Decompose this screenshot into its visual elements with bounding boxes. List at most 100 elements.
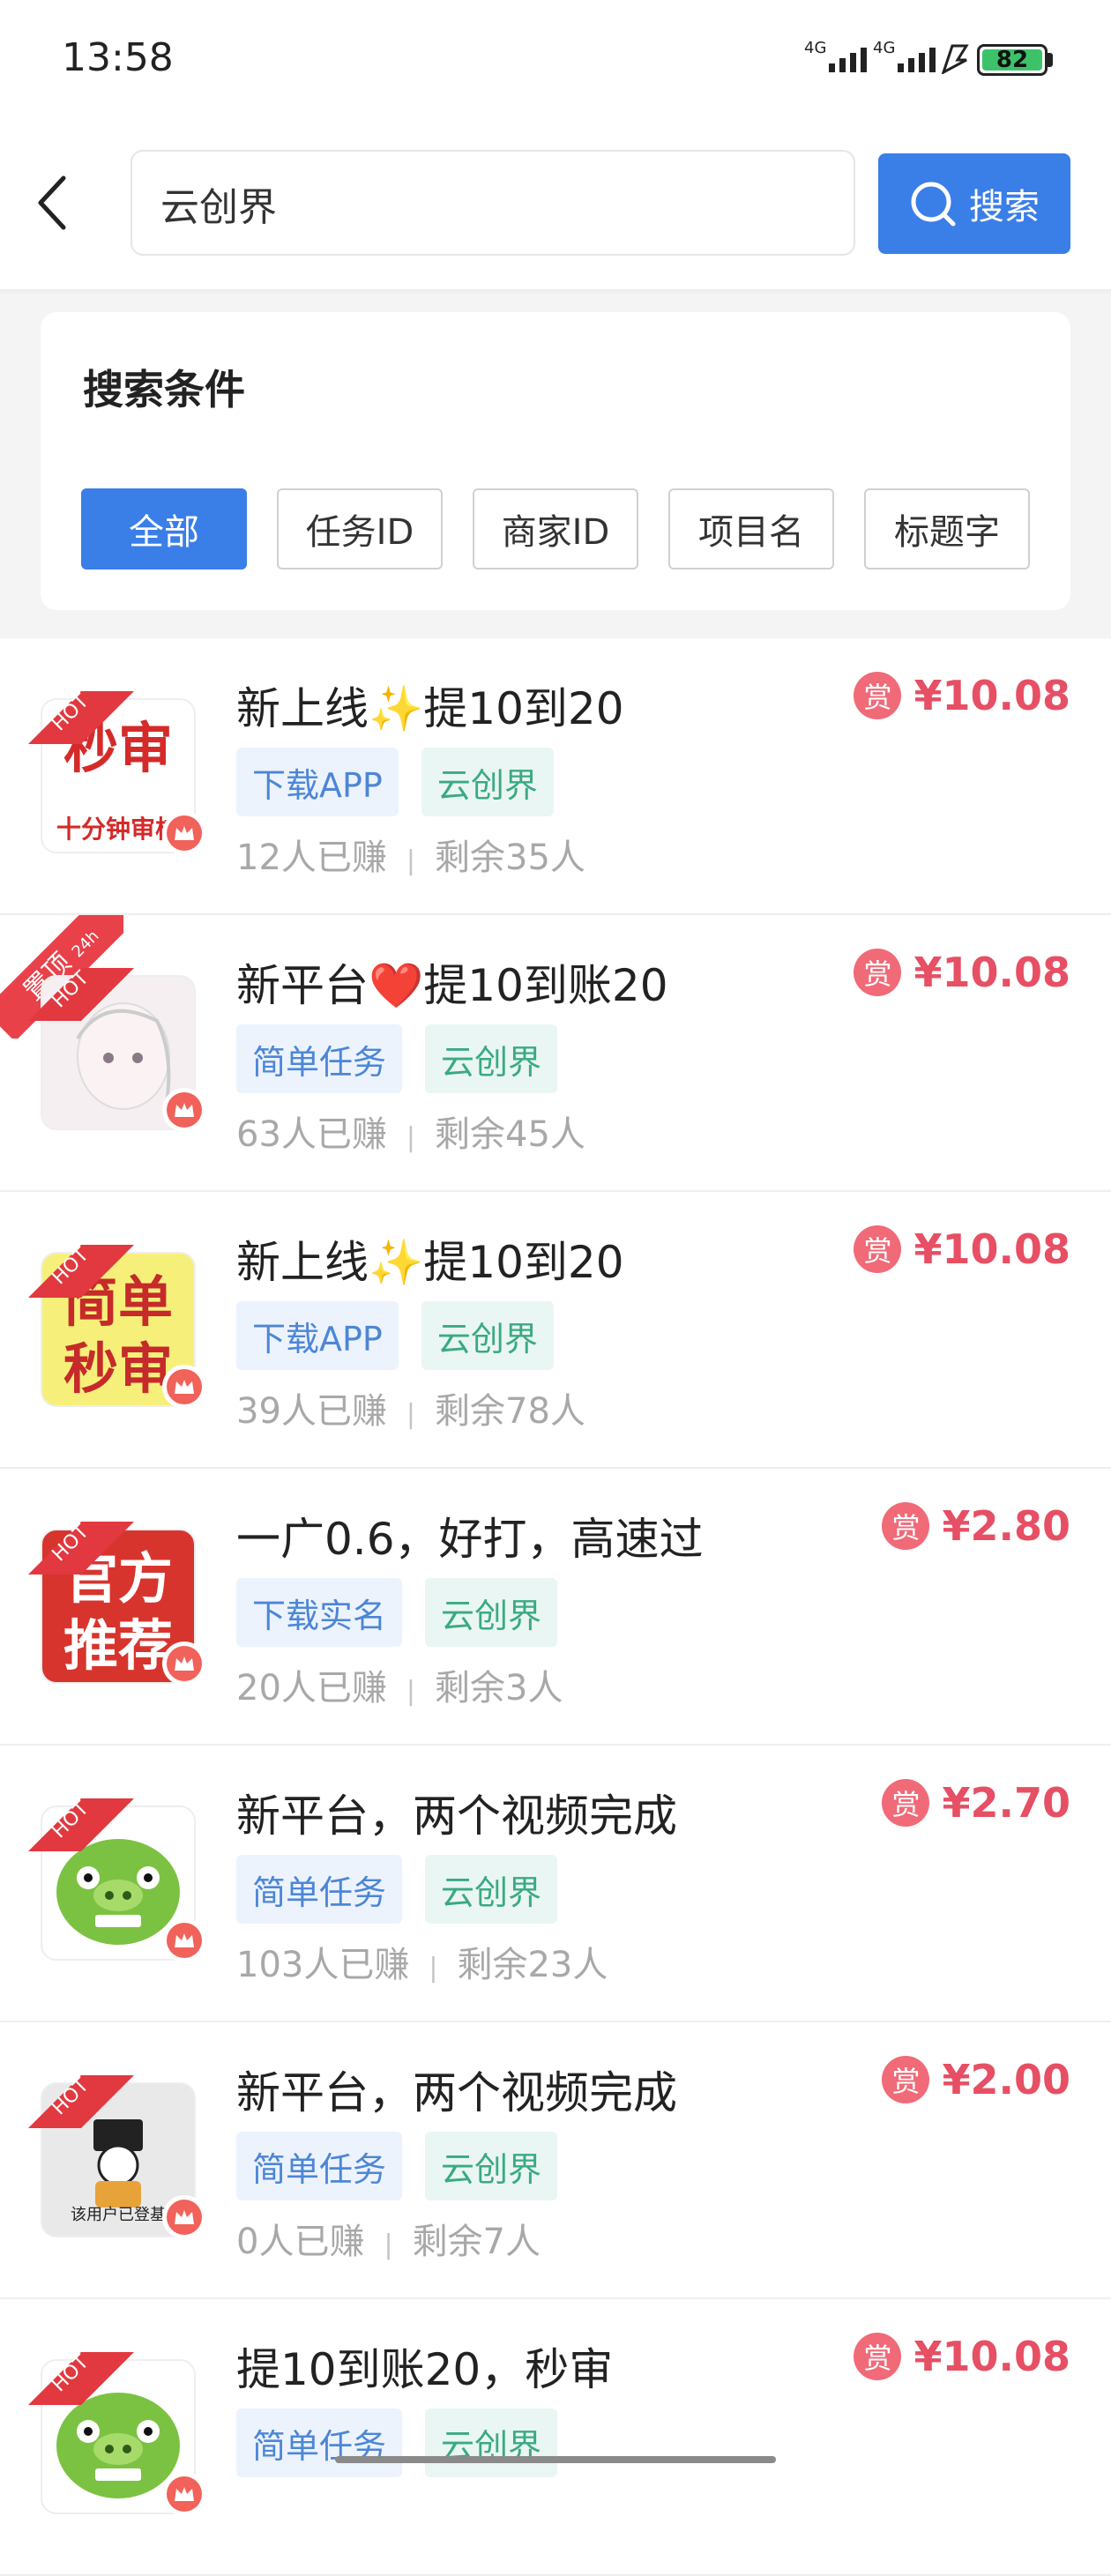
crown-icon (175, 2487, 194, 2501)
earned-count: 20人已赚 (236, 1668, 387, 1709)
chip-project-name[interactable]: 项目名 (668, 488, 834, 570)
crown-badge (162, 1088, 206, 1132)
status-time: 13:58 (62, 35, 174, 80)
task-stats: 103人已赚 | 剩余23人 (236, 1945, 608, 1985)
task-tag-project: 云创界 (425, 1024, 558, 1093)
pinned-duration: 24h (68, 927, 103, 962)
remaining-count: 剩余45人 (435, 1114, 585, 1155)
network-label-1: 4G (804, 39, 827, 57)
task-tags: 简单任务 云创界 (236, 1024, 558, 1093)
battery-level: 82 (995, 47, 1029, 73)
search-box[interactable] (130, 150, 855, 256)
task-title: 新平台，两个视频完成 (236, 1791, 677, 1842)
task-tag-project: 云创界 (425, 2408, 558, 2477)
reward-badge: 赏 (854, 949, 902, 996)
home-indicator[interactable] (335, 2456, 776, 2463)
task-tag-project: 云创界 (421, 1301, 554, 1370)
reward-badge: 赏 (854, 1225, 902, 1273)
reward-amount: ¥2.00 (942, 2056, 1070, 2103)
task-tags: 简单任务 云创界 (236, 1855, 558, 1924)
signal-icon-1 (829, 41, 867, 72)
task-stats: 20人已赚 | 剩余3人 (236, 1668, 563, 1709)
crown-badge (162, 811, 206, 855)
task-tags: 简单任务 云创界 (236, 2132, 558, 2200)
task-tags: 下载APP 云创界 (236, 1301, 554, 1370)
reward: 赏 ¥10.08 (854, 1225, 1070, 1273)
search-conditions-card: 搜索条件 全部 任务ID 商家ID 项目名 标题字 (41, 312, 1070, 610)
back-arrow-icon[interactable] (26, 168, 79, 238)
task-tag-project: 云创界 (425, 1578, 558, 1647)
task-title: 一广0.6，好打，高速过 (236, 1514, 704, 1565)
crown-icon (175, 826, 194, 840)
crown-badge (162, 1642, 206, 1686)
task-tag-category: 简单任务 (236, 1024, 403, 1093)
task-tag-project: 云创界 (425, 1855, 558, 1924)
task-tag-project: 云创界 (421, 748, 554, 816)
task-tags: 简单任务 云创界 (236, 2408, 558, 2477)
task-tag-category: 简单任务 (236, 1855, 403, 1924)
crown-badge (162, 1365, 206, 1409)
task-item[interactable]: HOT 提10到账20，秒审 简单任务 云创界 赏 ¥10.08 (0, 2299, 1111, 2576)
earned-count: 39人已赚 (236, 1391, 387, 1432)
battery-icon: 82 (977, 44, 1048, 76)
remaining-count: 剩余3人 (435, 1668, 563, 1709)
crown-icon (175, 2210, 194, 2224)
task-item[interactable]: 该用户已登基 HOT 新平台，两个视频完成 简单任务 云创界 0人已赚 | 剩余7人… (0, 2022, 1111, 2299)
task-title: 新上线✨提10到20 (236, 1237, 624, 1288)
task-tag-category: 下载APP (236, 1301, 399, 1370)
crown-icon (175, 1933, 194, 1947)
reward: 赏 ¥10.08 (854, 949, 1070, 996)
chip-merchant-id[interactable]: 商家ID (473, 488, 638, 570)
task-item[interactable]: HOT 新平台，两个视频完成 简单任务 云创界 103人已赚 | 剩余23人 赏 ¥… (0, 1746, 1111, 2022)
earned-count: 0人已赚 (236, 2222, 365, 2262)
remaining-count: 剩余7人 (412, 2222, 541, 2262)
search-conditions-area: 搜索条件 全部 任务ID 商家ID 项目名 标题字 (0, 296, 1111, 638)
task-title: 新平台❤️提10到账20 (236, 960, 668, 1011)
crown-icon (175, 1657, 194, 1671)
task-item[interactable]: 秒审 十分钟审核 HOT 新上线✨提10到20 下载APP 云创界 12人已赚 |… (0, 638, 1111, 915)
crown-badge (162, 1918, 206, 1962)
conditions-title: 搜索条件 (83, 366, 245, 413)
chip-task-id[interactable]: 任务ID (277, 488, 443, 570)
condition-chips: 全部 任务ID 商家ID 项目名 标题字 (81, 488, 1030, 570)
task-item[interactable]: 官方 推荐 HOT 一广0.6，好打，高速过 下载实名 云创界 20人已赚 | 剩余… (0, 1469, 1111, 1746)
task-tags: 下载APP 云创界 (236, 748, 554, 816)
task-tag-category: 简单任务 (236, 2408, 403, 2477)
hot-tag-icon: HOT (28, 1521, 134, 1575)
hot-tag-icon: HOT (28, 2351, 134, 2405)
task-stats: 0人已赚 | 剩余7人 (236, 2222, 541, 2262)
search-header: 搜索 (0, 115, 1111, 291)
search-icon (911, 182, 956, 227)
task-stats: 12人已赚 | 剩余35人 (236, 838, 585, 878)
hot-tag-icon: HOT (28, 690, 134, 744)
earned-count: 103人已赚 (236, 1945, 410, 1985)
task-item[interactable]: 简单 秒审 HOT 新上线✨提10到20 下载APP 云创界 39人已赚 | 剩余7… (0, 1192, 1111, 1469)
hot-tag-icon: HOT (28, 1798, 134, 1851)
network-label-2: 4G (873, 39, 896, 57)
status-bar: 13:58 4G 4G 82 (0, 0, 1111, 115)
chip-all[interactable]: 全部 (81, 488, 247, 570)
reward-badge: 赏 (882, 1502, 930, 1550)
reward-amount: ¥10.08 (913, 672, 1070, 719)
reward-amount: ¥2.80 (942, 1502, 1070, 1550)
crown-icon (175, 1380, 194, 1394)
hot-tag-icon: HOT (28, 2074, 134, 2128)
search-button[interactable]: 搜索 (878, 153, 1070, 254)
remaining-count: 剩余23人 (457, 1945, 608, 1985)
crown-badge (162, 2472, 206, 2516)
task-tag-project: 云创界 (425, 2132, 558, 2200)
chip-title-keyword[interactable]: 标题字 (864, 488, 1030, 570)
task-tag-category: 下载APP (236, 748, 399, 816)
earned-count: 63人已赚 (236, 1114, 387, 1155)
task-item[interactable]: 置顶 24h HOT 新平台❤️提10到账20 简单任务 云创界 63人已赚|剩… (0, 915, 1111, 1192)
search-input[interactable] (159, 176, 832, 231)
reward: 赏 ¥10.08 (854, 2333, 1070, 2380)
search-button-label: 搜索 (969, 187, 1040, 227)
reward: 赏 ¥2.00 (882, 2056, 1070, 2103)
task-stats: 39人已赚 | 剩余78人 (236, 1391, 585, 1432)
reward-amount: ¥10.08 (913, 949, 1070, 996)
remaining-count: 剩余35人 (435, 838, 585, 878)
reward-badge: 赏 (854, 672, 902, 719)
reward-amount: ¥2.70 (942, 1779, 1070, 1827)
task-list: 秒审 十分钟审核 HOT 新上线✨提10到20 下载APP 云创界 12人已赚 |… (0, 638, 1111, 2576)
